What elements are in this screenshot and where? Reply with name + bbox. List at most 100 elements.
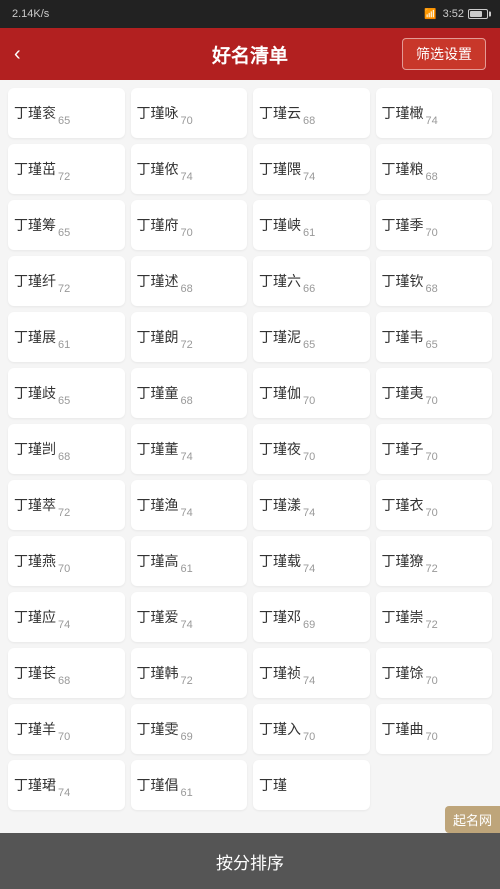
name-card[interactable]: 丁瑾馀70: [376, 648, 493, 698]
name-text: 丁瑾隈: [259, 159, 301, 179]
name-text: 丁瑾筹: [14, 215, 56, 235]
name-card[interactable]: 丁瑾纤72: [8, 256, 125, 306]
name-card[interactable]: 丁瑾韦65: [376, 312, 493, 362]
name-card[interactable]: 丁瑾董74: [131, 424, 248, 474]
name-card[interactable]: 丁瑾咏70: [131, 88, 248, 138]
header: ‹ 好名清单 筛选设置: [0, 28, 500, 80]
name-text: 丁瑾衣: [382, 495, 424, 515]
name-score: 70: [58, 563, 70, 575]
name-card[interactable]: 丁瑾漾74: [253, 480, 370, 530]
name-score: 74: [58, 787, 70, 799]
name-card[interactable]: 丁瑾季70: [376, 200, 493, 250]
name-text: 丁瑾曲: [382, 719, 424, 739]
name-score: 70: [58, 731, 70, 743]
name-score: 66: [303, 283, 315, 295]
name-card[interactable]: 丁瑾邓69: [253, 592, 370, 642]
name-score: 72: [58, 507, 70, 519]
name-card[interactable]: 丁瑾述68: [131, 256, 248, 306]
signal-icon: 📶: [424, 9, 436, 20]
name-card[interactable]: 丁瑾伽70: [253, 368, 370, 418]
status-bar: 2.14K/s 📶 3:52: [0, 0, 500, 28]
name-card[interactable]: 丁瑾钦68: [376, 256, 493, 306]
status-right: 3:52: [443, 8, 488, 20]
name-text: 丁瑾侬: [137, 159, 179, 179]
name-score: 74: [181, 171, 193, 183]
name-card[interactable]: 丁瑾载74: [253, 536, 370, 586]
name-card[interactable]: 丁瑾崇72: [376, 592, 493, 642]
name-card[interactable]: 丁瑾府70: [131, 200, 248, 250]
name-score: 69: [181, 731, 193, 743]
name-text: 丁瑾倡: [137, 775, 179, 795]
name-card[interactable]: 丁瑾云68: [253, 88, 370, 138]
name-card[interactable]: 丁瑾高61: [131, 536, 248, 586]
name-card[interactable]: 丁瑾六66: [253, 256, 370, 306]
name-text: 丁瑾馀: [382, 663, 424, 683]
name-score: 68: [58, 451, 70, 463]
name-card[interactable]: 丁瑾剀68: [8, 424, 125, 474]
name-text: 丁瑾述: [137, 271, 179, 291]
name-card[interactable]: 丁瑾夷70: [376, 368, 493, 418]
page-title: 好名清单: [212, 41, 288, 68]
name-card[interactable]: 丁瑾獠72: [376, 536, 493, 586]
name-score: 68: [58, 675, 70, 687]
name-card[interactable]: 丁瑾泥65: [253, 312, 370, 362]
sort-by-score-button[interactable]: 按分排序: [216, 849, 284, 874]
name-text: 丁瑾: [259, 775, 287, 795]
name-card[interactable]: 丁瑾童68: [131, 368, 248, 418]
name-score: 70: [181, 227, 193, 239]
name-card[interactable]: 丁瑾茁72: [8, 144, 125, 194]
name-text: 丁瑾韩: [137, 663, 179, 683]
name-card[interactable]: 丁瑾爱74: [131, 592, 248, 642]
name-card[interactable]: 丁瑾衣70: [376, 480, 493, 530]
name-score: 65: [58, 115, 70, 127]
name-score: 74: [303, 171, 315, 183]
back-button[interactable]: ‹: [14, 44, 21, 64]
name-card[interactable]: 丁瑾曲70: [376, 704, 493, 754]
name-card[interactable]: 丁瑾渔74: [131, 480, 248, 530]
name-card[interactable]: 丁瑾歧65: [8, 368, 125, 418]
name-text: 丁瑾咏: [137, 103, 179, 123]
name-card[interactable]: 丁瑾珺74: [8, 760, 125, 810]
name-card[interactable]: 丁瑾羊70: [8, 704, 125, 754]
name-card[interactable]: 丁瑾侬74: [131, 144, 248, 194]
name-score: 72: [58, 171, 70, 183]
name-card[interactable]: 丁瑾粮68: [376, 144, 493, 194]
name-card[interactable]: 丁瑾子70: [376, 424, 493, 474]
name-card[interactable]: 丁瑾应74: [8, 592, 125, 642]
name-card[interactable]: 丁瑾倡61: [131, 760, 248, 810]
name-card[interactable]: 丁瑾展61: [8, 312, 125, 362]
name-text: 丁瑾朗: [137, 327, 179, 347]
name-card[interactable]: 丁瑾衮65: [8, 88, 125, 138]
bottom-bar: 按分排序: [0, 833, 500, 889]
name-text: 丁瑾府: [137, 215, 179, 235]
name-card[interactable]: 丁瑾隈74: [253, 144, 370, 194]
name-card[interactable]: 丁瑾橄74: [376, 88, 493, 138]
name-card[interactable]: 丁瑾筹65: [8, 200, 125, 250]
name-score: 72: [426, 563, 438, 575]
name-score: 72: [426, 619, 438, 631]
name-card[interactable]: 丁瑾雯69: [131, 704, 248, 754]
time-display: 3:52: [443, 8, 464, 20]
name-text: 丁瑾载: [259, 551, 301, 571]
name-card[interactable]: 丁瑾韩72: [131, 648, 248, 698]
name-score: 74: [303, 507, 315, 519]
name-text: 丁瑾獠: [382, 551, 424, 571]
name-card[interactable]: 丁瑾祯74: [253, 648, 370, 698]
name-card[interactable]: 丁瑾苌68: [8, 648, 125, 698]
name-card[interactable]: 丁瑾燕70: [8, 536, 125, 586]
name-card[interactable]: 丁瑾夜70: [253, 424, 370, 474]
name-text: 丁瑾萃: [14, 495, 56, 515]
name-text: 丁瑾峡: [259, 215, 301, 235]
name-score: 70: [426, 731, 438, 743]
name-card[interactable]: 丁瑾朗72: [131, 312, 248, 362]
name-score: 68: [426, 171, 438, 183]
name-score: 61: [181, 787, 193, 799]
name-card[interactable]: 丁瑾: [253, 760, 370, 810]
name-card[interactable]: 丁瑾入70: [253, 704, 370, 754]
name-score: 68: [426, 283, 438, 295]
name-text: 丁瑾泥: [259, 327, 301, 347]
filter-settings-button[interactable]: 筛选设置: [402, 38, 486, 70]
name-card[interactable]: 丁瑾萃72: [8, 480, 125, 530]
name-score: 65: [58, 227, 70, 239]
name-card[interactable]: 丁瑾峡61: [253, 200, 370, 250]
